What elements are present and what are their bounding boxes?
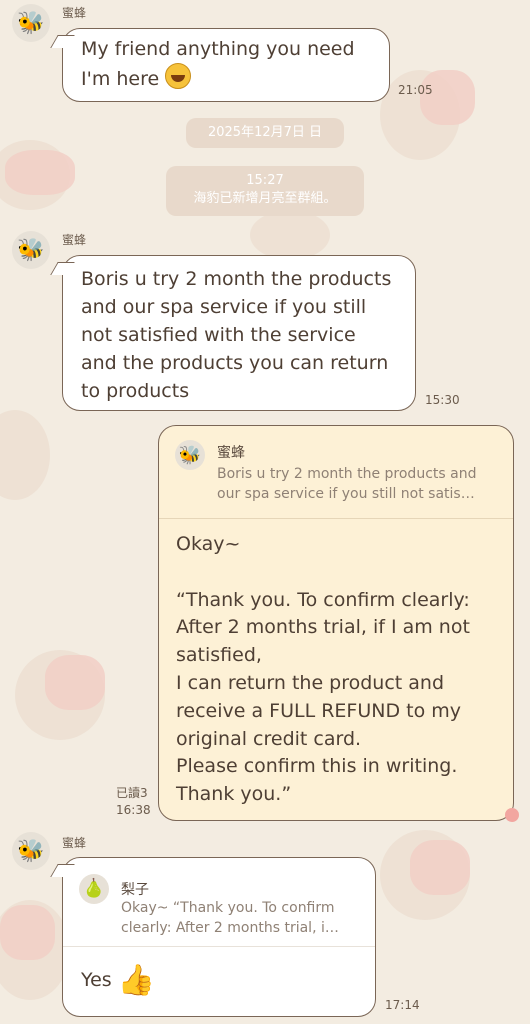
system-notice-text: 海豹已新增月亮至群組。 (193, 191, 337, 206)
reply-line: Please confirm this in writing. (176, 755, 458, 778)
message-time: 15:30 (425, 393, 460, 407)
bee-avatar[interactable]: 🐝 (12, 231, 50, 269)
bear-decoration (420, 70, 475, 125)
bear-decoration (45, 655, 105, 710)
sender-name: 蜜蜂 (62, 6, 87, 20)
message-bubble[interactable]: Boris u try 2 month the products and our… (62, 255, 416, 411)
message-bubble[interactable]: 🍐 梨子 Okay~ “Thank you. To confirm clearl… (62, 857, 376, 1017)
message-text: I'm here (81, 68, 160, 90)
pear-avatar: 🍐 (79, 874, 109, 904)
message-text: My friend anything you need (81, 38, 355, 60)
quote-text: our spa service if you still not satis… (217, 486, 475, 502)
quote-text: Okay~ “Thank you. To confirm (121, 900, 335, 916)
bear-decoration (250, 210, 330, 260)
system-notice: 15:27 海豹已新增月亮至群組。 (166, 166, 364, 216)
date-separator: 2025年12月7日 日 (186, 118, 344, 148)
reply-line: After 2 months trial, if I am not (176, 616, 470, 639)
bear-decoration (0, 905, 55, 960)
sender-name: 蜜蜂 (62, 233, 87, 247)
reply-line: Thank you.” (176, 783, 292, 806)
quoted-message[interactable]: 🍐 梨子 Okay~ “Thank you. To confirm clearl… (63, 858, 375, 947)
quote-sender: 蜜蜂 (217, 445, 245, 461)
thumbs-up-icon: 👍 (117, 963, 156, 998)
bee-icon: 🐝 (17, 237, 45, 263)
message-text: Boris u try 2 month the products and our… (81, 268, 392, 402)
reply-line: original credit card. (176, 727, 362, 750)
bee-icon: 🐝 (178, 444, 202, 466)
bear-decoration (0, 410, 50, 500)
bee-icon: 🐝 (17, 10, 45, 36)
reply-body: Okay~ “Thank you. To confirm clearly: Af… (176, 531, 506, 809)
smile-emoji-icon (165, 63, 192, 89)
bee-avatar[interactable]: 🐝 (12, 4, 50, 42)
reply-line: I can return the product and (176, 671, 445, 694)
reply-line: satisfied, (176, 644, 262, 667)
message-bubble[interactable]: My friend anything you need I'm here (62, 28, 390, 102)
quote-text: Boris u try 2 month the products and (217, 466, 477, 482)
pear-icon: 🍐 (82, 878, 106, 899)
flower-icon (505, 808, 519, 822)
message-time: 21:05 (398, 83, 433, 97)
read-receipt: 已讀3 (116, 786, 148, 800)
bear-decoration (5, 150, 75, 195)
sender-name: 蜜蜂 (62, 836, 87, 850)
reply-line: receive a FULL REFUND to my (176, 699, 461, 722)
message-time: 17:14 (385, 998, 420, 1012)
reply-line: “Thank you. To confirm clearly: (176, 588, 470, 611)
bee-avatar: 🐝 (175, 440, 205, 470)
bear-decoration (410, 840, 470, 895)
message-time: 16:38 (116, 803, 151, 817)
system-notice-time: 15:27 (246, 173, 284, 188)
reply-line: Okay~ (176, 533, 241, 555)
bee-avatar[interactable]: 🐝 (12, 832, 50, 870)
reply-line (176, 559, 506, 587)
message-text: Yes (81, 969, 112, 991)
quoted-message[interactable]: 🐝 蜜蜂 Boris u try 2 month the products an… (159, 426, 513, 519)
quote-text: clearly: After 2 months trial, i… (121, 920, 339, 936)
my-reply-bubble[interactable]: 🐝 蜜蜂 Boris u try 2 month the products an… (158, 425, 519, 822)
bee-icon: 🐝 (17, 838, 45, 864)
message-content: Yes 👍 (81, 963, 156, 998)
